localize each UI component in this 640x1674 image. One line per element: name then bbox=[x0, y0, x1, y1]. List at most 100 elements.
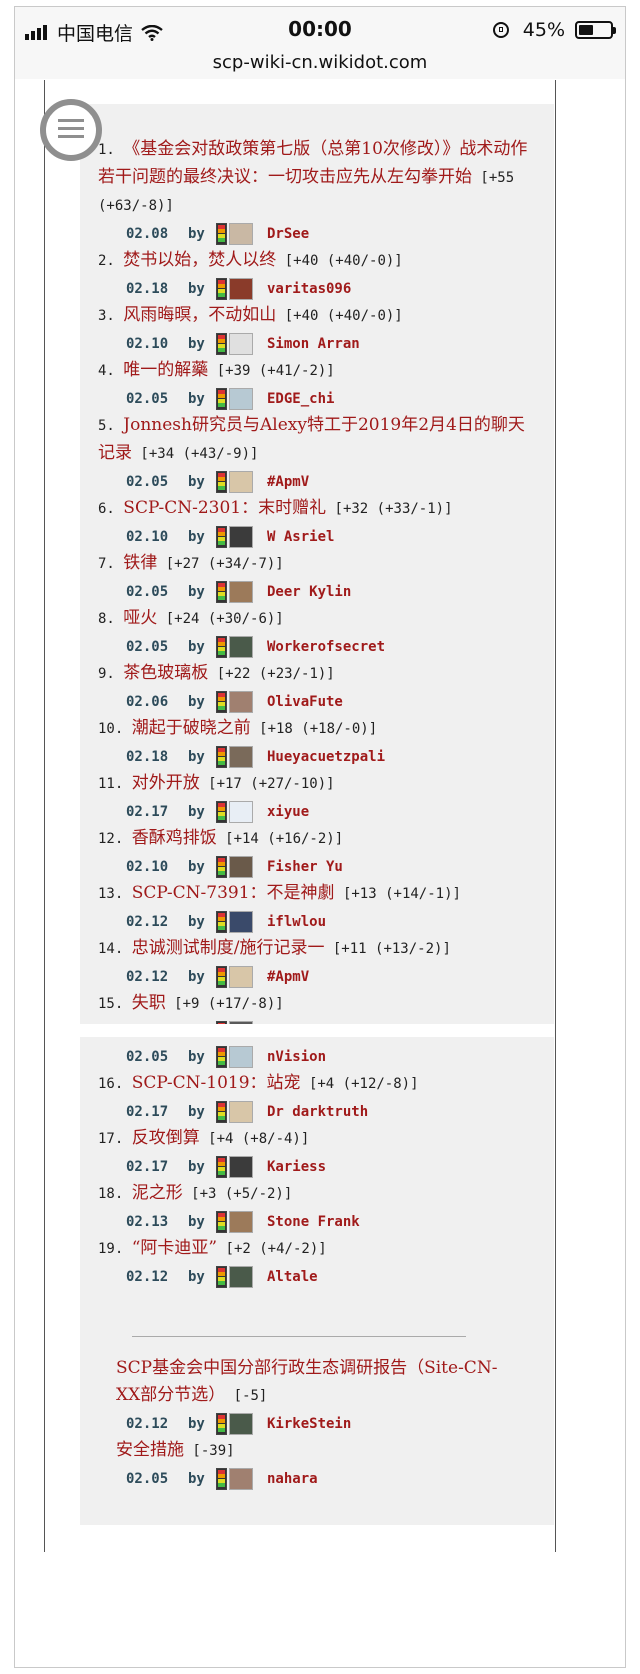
rotation-lock-icon bbox=[492, 22, 509, 38]
by-label: by bbox=[188, 1103, 205, 1120]
rank-number: 11. bbox=[98, 776, 132, 792]
article-title-link[interactable]: 对外开放 bbox=[132, 773, 200, 793]
article-title-link[interactable]: 风雨晦暝，不动如山 bbox=[123, 305, 276, 325]
avatar-icon[interactable] bbox=[229, 470, 253, 493]
article-title-link[interactable]: 茶色玻璃板 bbox=[123, 663, 208, 683]
avatar-icon[interactable] bbox=[229, 965, 253, 988]
by-label: by bbox=[188, 858, 205, 875]
avatar-icon[interactable] bbox=[229, 580, 253, 603]
author-link[interactable]: Workerofsecret bbox=[267, 639, 385, 655]
rating-meter-icon bbox=[216, 1412, 227, 1435]
article-title-link[interactable]: 《基金会对敌政策第七版（总第10次修改）》战术动作若干问题的最终决议：一切攻击应… bbox=[98, 139, 527, 187]
article-title-link[interactable]: 泥之形 bbox=[132, 1183, 183, 1203]
avatar-icon[interactable] bbox=[229, 525, 253, 548]
avatar-icon[interactable] bbox=[229, 332, 253, 355]
author-link[interactable]: Fisher Yu bbox=[267, 859, 343, 875]
avatar-icon[interactable] bbox=[229, 690, 253, 713]
author-line: 02.18 by Hueyacuetzpali bbox=[98, 743, 536, 770]
author-link[interactable]: xiyue bbox=[267, 804, 309, 820]
author-link[interactable]: Hueyacuetzpali bbox=[267, 749, 385, 765]
author-line: 02.05 by nahara bbox=[98, 1465, 536, 1492]
article-title-link[interactable]: 潮起于破晓之前 bbox=[132, 718, 251, 738]
ranking-list-top-viewport: 1. 《基金会对敌政策第七版（总第10次修改）》战术动作若干问题的最终决议：一切… bbox=[80, 104, 554, 1024]
avatar-icon[interactable] bbox=[229, 1265, 253, 1288]
score-label: [+3 (+5/-2)] bbox=[182, 1186, 293, 1202]
post-date: 02.05 bbox=[126, 473, 169, 490]
avatar-icon[interactable] bbox=[229, 635, 253, 658]
avatar-icon[interactable] bbox=[229, 1210, 253, 1233]
rank-number: 6. bbox=[98, 501, 124, 517]
article-title-link[interactable]: 焚书以始，焚人以终 bbox=[123, 250, 276, 270]
author-link[interactable]: Deer Kylin bbox=[267, 584, 351, 600]
avatar-icon[interactable] bbox=[229, 1412, 253, 1435]
avatar-icon[interactable] bbox=[229, 1045, 253, 1068]
article-title-link[interactable]: 安全措施 bbox=[116, 1440, 184, 1460]
title-line: 5. Jonnesh研究员与Alexy特工于2019年2月4日的聊天记录 [+3… bbox=[98, 412, 536, 468]
avatar-icon[interactable] bbox=[229, 910, 253, 933]
rank-number: 5. bbox=[98, 418, 124, 434]
author-line: 02.05 by #ApmV bbox=[98, 468, 536, 495]
avatar-icon[interactable] bbox=[229, 1467, 253, 1490]
avatar-icon[interactable] bbox=[229, 222, 253, 245]
author-link[interactable]: EDGE_chi bbox=[267, 391, 334, 407]
avatar-icon[interactable] bbox=[229, 1155, 253, 1178]
post-date: 02.13 bbox=[126, 1213, 169, 1230]
list-item: 17. 反攻倒算 [+4 (+8/-4)] 02.17 by Kariess bbox=[80, 1125, 554, 1180]
author-line: 02.10 by Simon Arran bbox=[98, 330, 536, 357]
author-link[interactable]: KirkeStein bbox=[267, 1416, 351, 1432]
article-title-link[interactable]: 唯一的解藥 bbox=[123, 360, 208, 380]
title-line: 16. SCP-CN-1019：站宠 [+4 (+12/-8)] bbox=[98, 1070, 536, 1098]
post-date: 02.05 bbox=[126, 638, 169, 655]
list-item: 2. 焚书以始，焚人以终 [+40 (+40/-0)] 02.18 by varita… bbox=[80, 247, 554, 302]
article-title-link[interactable]: SCP-CN-2301：末时赠礼 bbox=[123, 498, 326, 518]
rating-meter-icon bbox=[216, 222, 227, 245]
author-link[interactable]: Dr darktruth bbox=[267, 1104, 368, 1120]
menu-button[interactable] bbox=[40, 99, 102, 161]
author-link[interactable]: iflwlou bbox=[267, 914, 326, 930]
article-title-link[interactable]: 忠诚测试制度/施行记录一 bbox=[132, 938, 325, 958]
author-link[interactable]: #ApmV bbox=[267, 969, 309, 985]
article-title-link[interactable]: “阿卡迪亚” bbox=[132, 1238, 217, 1258]
article-title-link[interactable]: 哑火 bbox=[123, 608, 157, 628]
avatar-icon[interactable] bbox=[229, 745, 253, 768]
author-line: 02.13 by Stone Frank bbox=[98, 1208, 536, 1235]
author-link[interactable]: Simon Arran bbox=[267, 336, 360, 352]
rating-meter-icon bbox=[216, 1045, 227, 1068]
title-line: 7. 铁律 [+27 (+34/-7)] bbox=[98, 550, 536, 578]
score-label: [+9 (+17/-8)] bbox=[165, 996, 284, 1012]
author-line: 02.05 by EDGE_chi bbox=[98, 385, 536, 412]
article-title-link[interactable]: 失职 bbox=[132, 1037, 166, 1038]
avatar-icon[interactable] bbox=[229, 1100, 253, 1123]
author-link[interactable]: Altale bbox=[267, 1269, 318, 1285]
list-item: 11. 对外开放 [+17 (+27/-10)] 02.17 by xiyue bbox=[80, 770, 554, 825]
author-link[interactable]: Kariess bbox=[267, 1159, 326, 1175]
author-link[interactable]: DrSee bbox=[267, 226, 309, 242]
author-link[interactable]: Stone Frank bbox=[267, 1214, 360, 1230]
score-label: [+34 (+43/-9)] bbox=[132, 446, 259, 462]
rating-meter-icon bbox=[216, 745, 227, 768]
section-divider bbox=[132, 1336, 466, 1337]
author-link[interactable]: nahara bbox=[267, 1471, 318, 1487]
author-link[interactable]: varitas096 bbox=[267, 281, 351, 297]
author-link[interactable]: OlivaFute bbox=[267, 694, 343, 710]
article-title-link[interactable]: SCP-CN-7391：不是神劇 bbox=[132, 883, 335, 903]
list-item: 10. 潮起于破晓之前 [+18 (+18/-0)] 02.18 by Hueyacu… bbox=[80, 715, 554, 770]
article-title-link[interactable]: 反攻倒算 bbox=[132, 1128, 200, 1148]
article-title-link[interactable]: 失职 bbox=[132, 993, 166, 1013]
score-label: [-5] bbox=[225, 1388, 268, 1404]
author-link[interactable]: #ApmV bbox=[267, 474, 309, 490]
article-title-link[interactable]: SCP基金会中国分部行政生态调研报告（Site-CN-XX部分节选） bbox=[116, 1358, 497, 1405]
avatar-icon[interactable] bbox=[229, 855, 253, 878]
avatar-icon[interactable] bbox=[229, 800, 253, 823]
by-label: by bbox=[188, 968, 205, 985]
avatar-icon[interactable] bbox=[229, 277, 253, 300]
author-link[interactable]: W Asriel bbox=[267, 529, 334, 545]
article-title-link[interactable]: SCP-CN-1019：站宠 bbox=[132, 1073, 301, 1093]
article-title-link[interactable]: 香酥鸡排饭 bbox=[132, 828, 217, 848]
author-line: 02.08 by DrSee bbox=[98, 220, 536, 247]
address-bar[interactable]: scp-wiki-cn.wikidot.com bbox=[15, 52, 625, 73]
rating-meter-icon bbox=[216, 635, 227, 658]
article-title-link[interactable]: 铁律 bbox=[123, 553, 157, 573]
author-link[interactable]: nVision bbox=[267, 1049, 326, 1065]
avatar-icon[interactable] bbox=[229, 387, 253, 410]
